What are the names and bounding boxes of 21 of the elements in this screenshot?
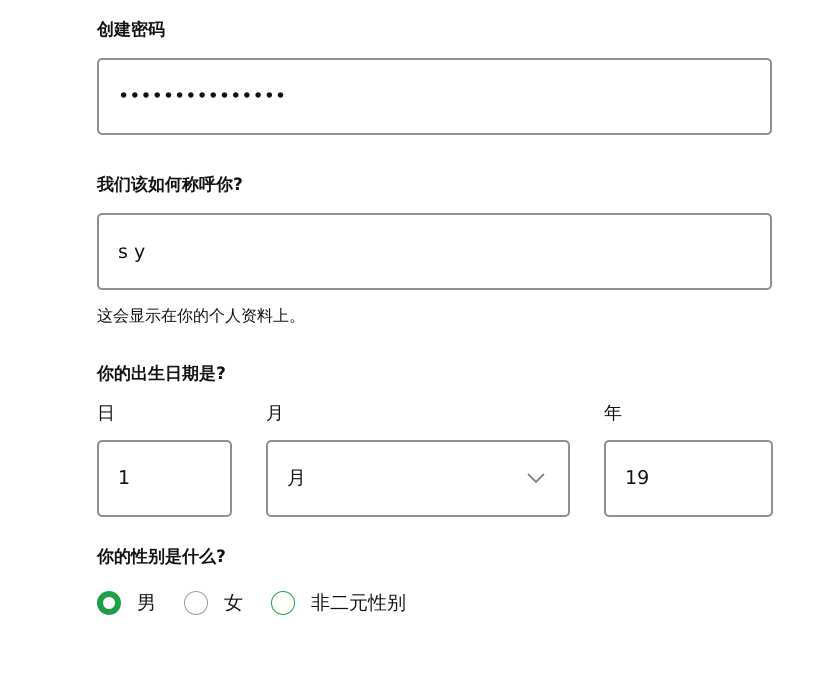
field-label: 创建密码 [97,19,166,42]
radio-label: 女 [224,591,243,616]
radio-label: 非二元性别 [311,591,406,616]
input-field[interactable]: ••••••••••••••• [97,58,772,134]
field-label: 你的性别是什么? [97,546,227,568]
field-label: 月 [266,402,285,426]
radio-label: 男 [137,591,156,616]
radio-button[interactable] [184,591,208,616]
input-field[interactable]: 1 [97,440,232,516]
field-label: 你的出生日期是? [97,363,227,386]
input-field[interactable]: s y [97,213,772,290]
radio-button[interactable] [97,591,121,616]
field-label: 日 [97,402,116,426]
hint-text: 这会显示在你的个人资料上。 [97,305,306,327]
field-label: 年 [604,402,623,426]
radio-button[interactable] [271,591,295,616]
dropdown-value: 月 [287,466,306,491]
input-field[interactable]: 19 [604,440,773,516]
month-dropdown[interactable]: 月 [266,440,570,516]
chevron-down-icon [527,473,545,483]
field-label: 我们该如何称呼你? [97,174,244,196]
